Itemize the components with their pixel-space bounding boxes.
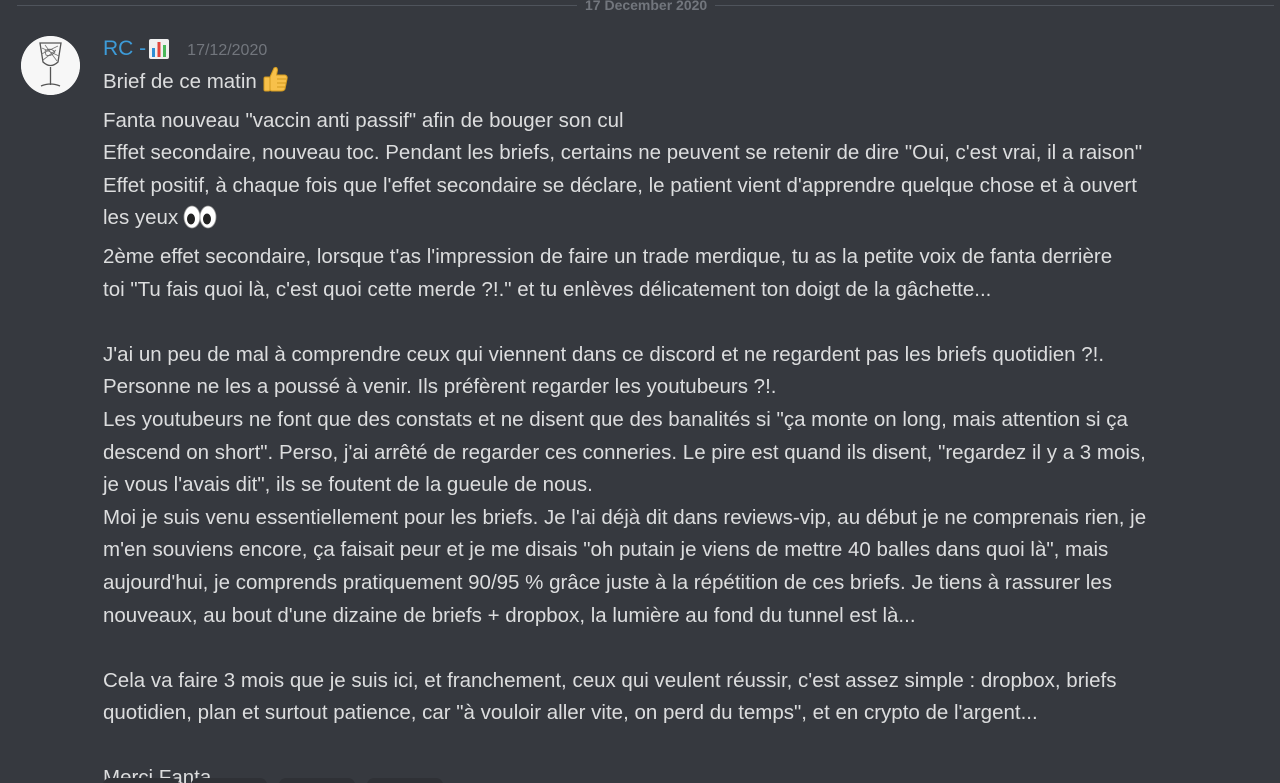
message-line: Effet positif, à chaque fois que l'effet…: [103, 173, 1137, 197]
message-line: Effet secondaire, nouveau toc. Pendant l…: [103, 141, 1143, 165]
reaction-pill[interactable]: [367, 778, 443, 783]
message-line: m'en souviens encore, ça faisait peur et…: [103, 538, 1109, 562]
message-line: aujourd'hui, je comprends pratiquement 9…: [103, 570, 1112, 594]
bar-chart-icon: [149, 39, 170, 59]
reaction-pill[interactable]: [191, 778, 267, 783]
message-line: toi "Tu fais quoi là, c'est quoi cette m…: [103, 277, 992, 301]
message-line: 2ème effet secondaire, lorsque t'as l'im…: [103, 244, 1113, 268]
message-line: quotidien, plan et surtout patience, car…: [103, 701, 1038, 725]
thumbs-up-icon: [261, 64, 291, 105]
avatar[interactable]: [21, 36, 80, 95]
cocktail-glass-icon: [21, 36, 80, 95]
message-header: RC - 17/12/2020: [103, 36, 267, 62]
eyes-icon: [182, 204, 218, 241]
message-line: J'ai un peu de mal à comprendre ceux qui…: [103, 342, 1105, 366]
message-line: Brief de ce matin: [103, 64, 1253, 105]
message-line: Cela va faire 3 mois que je suis ici, et…: [103, 668, 1117, 692]
reaction-pill[interactable]: [279, 778, 355, 783]
date-divider-label: 17 December 2020: [577, 0, 716, 13]
author-name[interactable]: RC -: [103, 36, 146, 62]
date-divider: 17 December 2020: [17, 0, 1274, 13]
reactions-bar: [103, 778, 443, 783]
message-line: les yeux: [103, 202, 1253, 241]
message-line: Fanta nouveau "vaccin anti passif" afin …: [103, 108, 624, 132]
message-timestamp: 17/12/2020: [187, 42, 268, 59]
message-line: je vous l'avais dit", ils se foutent de …: [103, 473, 593, 497]
message-line: Personne ne les a poussé à venir. Ils pr…: [103, 375, 777, 399]
message-line: nouveaux, au bout d'une dizaine de brief…: [103, 603, 916, 627]
message-line: Moi je suis venu essentiellement pour le…: [103, 505, 1147, 529]
message-content: Brief de ce matin Fanta nouveau "vaccin …: [103, 64, 1253, 783]
reaction-pill[interactable]: [103, 778, 179, 783]
message-line: descend on short". Perso, j'ai arrêté de…: [103, 440, 1146, 464]
message-line: Les youtubeurs ne font que des constats …: [103, 407, 1128, 431]
